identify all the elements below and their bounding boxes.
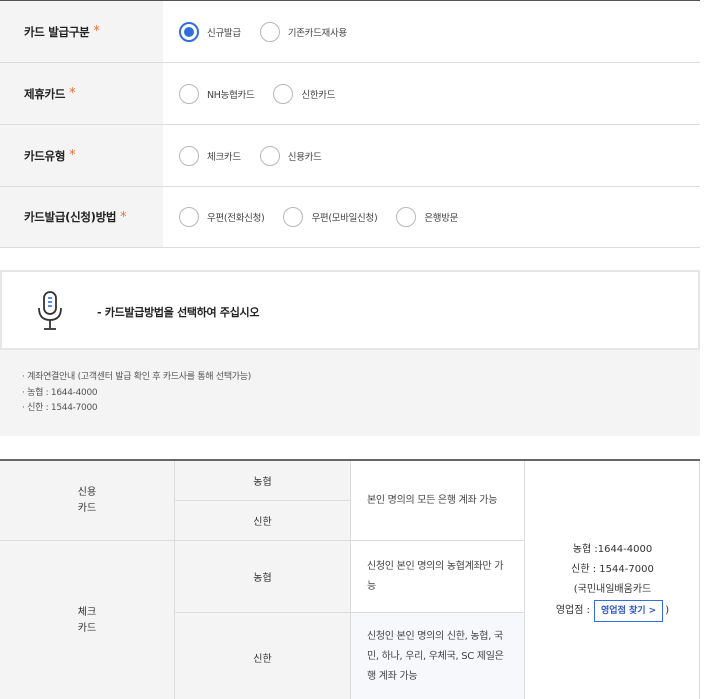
contact-line: 농협 :1644-4000 <box>572 544 653 555</box>
account-desc: 본인 명의의 모든 은행 계좌 가능 <box>351 461 524 540</box>
desc-line: 능 <box>367 580 376 592</box>
option-check-card[interactable]: 체크카드 <box>179 145 241 166</box>
bank-nh: 농협 <box>175 461 350 500</box>
option-nh-card[interactable]: NH농협카드 <box>179 83 255 104</box>
radio-button[interactable] <box>273 83 294 104</box>
form-label-card-type: 카드유형 * <box>0 125 163 186</box>
bank-shinhan: 신한 <box>175 613 350 699</box>
contact-line: (국민내일배움카드 <box>573 584 652 595</box>
card-type-credit: 신용 카드 <box>0 461 174 540</box>
radio-button[interactable] <box>179 83 199 104</box>
label-text: 카드발급(신청)방법 <box>24 210 117 224</box>
info-item: · 신한 : 1544-7000 <box>22 403 98 413</box>
required-mark: * <box>93 24 100 39</box>
type-label: 체크 <box>77 607 97 618</box>
radio-button[interactable] <box>179 207 199 227</box>
desc-line: 신청인 본인 명의의 농협계좌만 가 <box>367 560 504 572</box>
option-label: 신용카드 <box>287 151 322 163</box>
type-label: 카드 <box>77 623 97 634</box>
divider <box>175 500 350 501</box>
option-reuse-card[interactable]: 기존카드재사용 <box>259 21 347 42</box>
contact-line: 신한 : 1544-7000 <box>571 564 654 575</box>
option-label: 체크카드 <box>207 151 241 163</box>
required-mark: * <box>69 148 76 163</box>
required-mark: * <box>120 209 127 225</box>
form-label-issue-method: 카드발급(신청)방법 * <box>0 187 163 247</box>
label-text: 카드유형 <box>24 148 66 163</box>
option-bank-visit[interactable]: 은행방문 <box>396 207 458 227</box>
divider <box>175 612 524 613</box>
radio-group-partner-card: NH농협카드 신한카드 <box>163 63 700 124</box>
option-shinhan-card[interactable]: 신한카드 <box>273 83 336 104</box>
desc-line: 민, 하나, 우리, 우체국, SC 제일은 <box>367 651 504 662</box>
divider <box>350 461 351 699</box>
option-mail-mobile[interactable]: 우편(모바일신청) <box>283 207 378 227</box>
option-new-issue[interactable]: 신규발급 <box>179 21 241 42</box>
option-label: 신규발급 <box>207 27 241 39</box>
account-desc: 신청인 본인 명의의 농협계좌만 가 능 <box>351 541 524 612</box>
radio-button[interactable] <box>179 145 199 166</box>
find-branch-button[interactable]: 영업점 찾기 > <box>594 600 664 622</box>
form-row-partner-card: 제휴카드 * NH농협카드 신한카드 <box>0 63 700 125</box>
option-label: 기존카드재사용 <box>287 27 347 39</box>
radio-button-checked[interactable] <box>179 21 199 42</box>
form-row-issue-type: 카드 발급구분 * 신규발급 기존카드재사용 <box>0 1 700 63</box>
form-row-issue-method: 카드발급(신청)방법 * 우편(전화신청) 우편(모바일신청) 은행방문 <box>0 187 700 248</box>
option-credit-card[interactable]: 신용카드 <box>259 145 322 166</box>
info-item: · 계좌연결안내 (고객센터 발급 확인 후 카드사를 통해 선택가능) <box>22 372 251 382</box>
branch-label: 영업점 : <box>555 605 591 616</box>
account-link-info: · 계좌연결안내 (고객센터 발급 확인 후 카드사를 통해 선택가능) · 농… <box>0 350 700 436</box>
radio-button[interactable] <box>259 145 280 166</box>
desc-line: 행 계좌 가능 <box>367 671 418 682</box>
type-label: 신용 <box>77 486 97 498</box>
contact-info: 농협 :1644-4000 신한 : 1544-7000 (국민내일배움카드 영… <box>525 461 700 699</box>
required-mark: * <box>69 86 76 101</box>
account-desc: 신청인 본인 명의의 신한, 농협, 국 민, 하나, 우리, 우체국, SC … <box>351 613 524 699</box>
form-label-issue-type: 카드 발급구분 * <box>0 1 163 62</box>
voice-guide-text: - 카드발급방법을 선택하여 주십시오 <box>97 306 260 319</box>
form-label-partner-card: 제휴카드 * <box>0 63 163 124</box>
divider <box>699 461 700 699</box>
info-item: · 농협 : 1644-4000 <box>22 387 98 398</box>
form-row-card-type: 카드유형 * 체크카드 신용카드 <box>0 125 700 187</box>
radio-button[interactable] <box>396 207 417 227</box>
desc-line: 신청인 본인 명의의 신한, 농협, 국 <box>367 631 503 642</box>
divider <box>524 461 525 699</box>
radio-group-issue-method: 우편(전화신청) 우편(모바일신청) 은행방문 <box>163 187 700 247</box>
label-text: 카드 발급구분 <box>24 24 90 39</box>
radio-group-issue-type: 신규발급 기존카드재사용 <box>163 1 700 62</box>
card-issue-form: 카드 발급구분 * 신규발급 기존카드재사용 제휴카드 * NH농협카드 신한카… <box>0 0 700 248</box>
radio-button[interactable] <box>283 207 304 227</box>
option-label: 우편(전화신청) <box>207 213 265 224</box>
divider <box>0 540 524 541</box>
bank-shinhan: 신한 <box>175 501 350 540</box>
radio-button[interactable] <box>259 21 280 42</box>
branch-line: 영업점 : 영업점 찾기 >) <box>556 600 669 622</box>
voice-guide-panel: - 카드발급방법을 선택하여 주십시오 <box>0 270 700 350</box>
bank-nh: 농협 <box>175 541 350 612</box>
card-account-table: 신용 카드 농협 신한 본인 명의의 모든 은행 계좌 가능 체크 카드 농협 … <box>0 459 700 699</box>
option-label: NH농협카드 <box>207 89 255 101</box>
label-text: 제휴카드 <box>24 86 66 101</box>
card-type-check: 체크 카드 <box>0 541 174 699</box>
option-label: 우편(모바일신청) <box>311 213 378 224</box>
microphone-icon <box>38 291 62 330</box>
type-label: 카드 <box>77 502 97 514</box>
option-mail-phone[interactable]: 우편(전화신청) <box>179 207 265 227</box>
radio-group-card-type: 체크카드 신용카드 <box>163 125 700 186</box>
divider <box>174 461 175 699</box>
close-paren: ) <box>665 605 670 616</box>
option-label: 은행방문 <box>424 213 459 224</box>
option-label: 신한카드 <box>301 89 336 101</box>
